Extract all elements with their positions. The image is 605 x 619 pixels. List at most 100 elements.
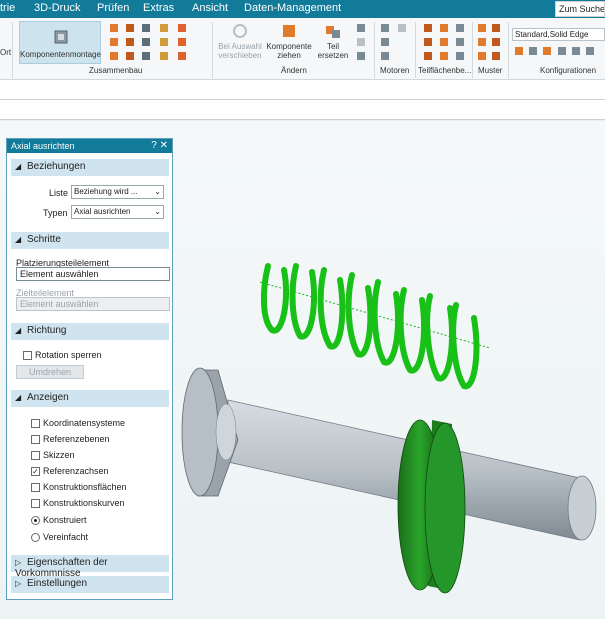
bei-auswahl-label: Bei Auswahl verschieben — [218, 42, 262, 60]
align-axial-panel: Axial ausrichten ? ✕ ◢ Beziehungen Liste … — [6, 138, 173, 600]
konfigurationen-group-label: Konfigurationen — [540, 66, 597, 75]
section-anzeigen-label: Anzeigen — [27, 392, 69, 403]
komponente-ziehen-label: Komponente ziehen — [266, 42, 312, 60]
konfigurationen-icons[interactable] — [514, 46, 604, 58]
option-label: Skizzen — [43, 450, 75, 460]
aendern-small-icons[interactable] — [356, 22, 368, 64]
ribbon: Ort Komponentenmontage Zusammenbau Bei A… — [0, 18, 605, 80]
checkbox-box — [31, 450, 40, 460]
section-richtung-label: Richtung — [27, 325, 67, 336]
typen-label: Typen — [43, 208, 68, 218]
radio-icon — [31, 532, 40, 542]
aendern-group-label: Ändern — [281, 66, 307, 75]
option-label: Referenzebenen — [43, 434, 110, 444]
panel-title: Axial ausrichten — [11, 141, 75, 151]
shaft-part[interactable] — [181, 367, 597, 541]
spring-part[interactable] — [260, 263, 480, 390]
collapse-triangle-icon: ◢ — [15, 162, 22, 171]
section-beziehungen-label: Beziehungen — [27, 161, 86, 172]
checkbox-box — [31, 418, 40, 428]
rotation-sperren-checkbox[interactable]: Rotation sperren — [23, 350, 102, 360]
search-button[interactable]: Zum Suchen — [555, 1, 605, 17]
option-label: Konstruktionsflächen — [43, 482, 127, 492]
chevron-down-icon: ⌄ — [154, 187, 161, 196]
teilflaechen-group-label: Teilflächenbe... — [418, 66, 472, 75]
menu-extras[interactable]: Extras — [143, 2, 174, 14]
typen-dropdown[interactable]: Axial ausrichten ⌄ — [71, 205, 164, 219]
move-component-icon — [233, 24, 247, 38]
checkmark-icon: ✓ — [31, 466, 40, 476]
ribbon-separator — [508, 22, 509, 78]
bei-auswahl-verschieben-button: Bei Auswahl verschieben — [216, 22, 264, 60]
menu-3d-druck[interactable]: 3D-Druck — [34, 2, 80, 14]
menu-geometrie[interactable]: trie — [0, 2, 15, 14]
teilflaechen-icons[interactable] — [422, 22, 470, 64]
umdrehen-button: Umdrehen — [16, 365, 84, 379]
komponente-ziehen-button[interactable]: Komponente ziehen — [264, 22, 314, 60]
option-referenzebenen[interactable]: Referenzebenen — [31, 434, 110, 444]
radio-vereinfacht[interactable]: Vereinfacht — [31, 532, 88, 542]
radio-label: Vereinfacht — [43, 532, 89, 542]
menu-pruefen[interactable]: Prüfen — [97, 2, 129, 14]
rotation-sperren-label: Rotation sperren — [35, 350, 102, 360]
teil-ersetzen-label: Teil ersetzen — [317, 42, 349, 60]
komponentenmontage-label: Komponentenmontage — [20, 50, 101, 59]
option-koordinatensysteme[interactable]: Koordinatensysteme — [31, 418, 125, 428]
drag-component-icon — [283, 25, 295, 37]
zusammenbau-group-label: Zusammenbau — [89, 66, 143, 75]
green-ring-part[interactable] — [397, 419, 466, 594]
menu-bar: trie 3D-Druck Prüfen Extras Ansicht Date… — [0, 0, 605, 18]
muster-icons[interactable] — [476, 22, 506, 64]
ribbon-separator — [212, 22, 213, 78]
option-konstruktionsflaechen[interactable]: Konstruktionsflächen — [31, 482, 127, 492]
motoren-icons[interactable] — [380, 22, 414, 64]
liste-label: Liste — [49, 188, 69, 198]
section-einstellungen-label: Einstellungen — [27, 578, 88, 589]
typen-value: Axial ausrichten — [74, 207, 131, 216]
expand-triangle-icon: ▷ — [15, 579, 22, 588]
replace-part-icon — [326, 26, 340, 38]
collapse-triangle-icon: ◢ — [15, 326, 22, 335]
section-richtung[interactable]: ◢ Richtung — [11, 323, 169, 340]
ribbon-separator — [415, 22, 416, 78]
muster-group-label: Muster — [478, 66, 503, 75]
option-konstruktionskurven[interactable]: Konstruktionskurven — [31, 498, 125, 508]
section-einstellungen[interactable]: ▷ Einstellungen — [11, 576, 169, 593]
assembly-icon — [54, 30, 68, 44]
radio-konstruiert[interactable]: Konstruiert — [31, 515, 87, 525]
liste-dropdown[interactable]: Beziehung wird ... ⌄ — [71, 185, 164, 199]
expand-triangle-icon: ▷ — [15, 558, 22, 567]
option-label: Referenzachsen — [43, 466, 109, 476]
checkbox-box — [23, 350, 32, 360]
checkbox-box — [31, 498, 40, 508]
radio-selected-icon — [31, 515, 40, 525]
option-skizzen[interactable]: Skizzen — [31, 450, 75, 460]
teil-ersetzen-button[interactable]: Teil ersetzen — [314, 22, 352, 60]
section-schritte-label: Schritte — [27, 234, 61, 245]
section-eigenschaften[interactable]: ▷ Eigenschaften der Vorkommnisse — [11, 555, 169, 579]
section-schritte[interactable]: ◢ Schritte — [11, 232, 169, 249]
panel-help-close-icons[interactable]: ? ✕ — [151, 140, 168, 151]
platzierung-field[interactable]: Element auswählen — [16, 267, 170, 281]
checkbox-box — [31, 482, 40, 492]
ribbon-separator — [472, 22, 473, 78]
zusammenbau-tools-icons[interactable] — [108, 22, 193, 64]
path-strip — [0, 100, 605, 120]
komponentenmontage-button[interactable]: Komponentenmontage — [19, 21, 101, 64]
command-strip — [0, 80, 605, 100]
ribbon-separator — [12, 22, 13, 78]
liste-value: Beziehung wird ... — [74, 187, 138, 196]
chevron-down-icon: ⌄ — [154, 207, 161, 216]
menu-ansicht[interactable]: Ansicht — [192, 2, 228, 14]
section-beziehungen[interactable]: ◢ Beziehungen — [11, 159, 169, 176]
menu-daten-management[interactable]: Daten-Management — [244, 2, 341, 14]
configuration-select[interactable]: Standard,Solid Edge — [512, 28, 605, 41]
ribbon-separator — [374, 22, 375, 78]
collapse-triangle-icon: ◢ — [15, 393, 22, 402]
checkbox-box — [31, 434, 40, 444]
option-label: Koordinatensysteme — [43, 418, 126, 428]
motoren-group-label: Motoren — [380, 66, 410, 75]
option-referenzachsen[interactable]: ✓ Referenzachsen — [31, 466, 109, 476]
section-anzeigen[interactable]: ◢ Anzeigen — [11, 390, 169, 407]
ort-button[interactable]: Ort — [0, 48, 11, 57]
